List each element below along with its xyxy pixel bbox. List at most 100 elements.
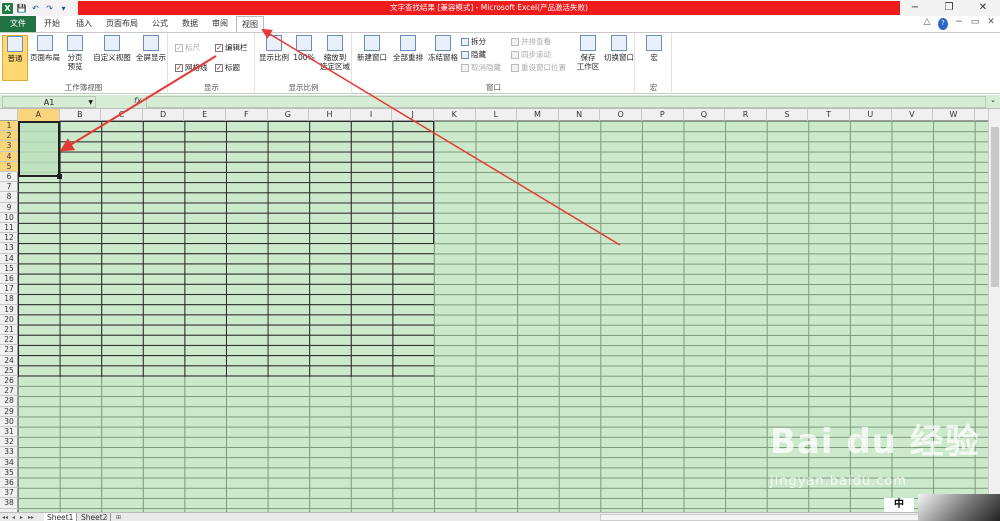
column-header[interactable]: I [351,109,393,121]
column-header[interactable]: N [559,109,601,121]
row-header[interactable]: 19 [0,305,18,315]
side-by-side-button[interactable]: 并排查看 [511,37,551,47]
column-header[interactable]: B [60,109,102,121]
window-close-icon[interactable]: ✕ [986,17,996,29]
column-header[interactable]: O [600,109,642,121]
row-header[interactable]: 21 [0,325,18,336]
name-box[interactable]: A1 ▼ [2,96,96,108]
next-sheet-icon[interactable]: ▸ [20,513,23,521]
row-header[interactable]: 18 [0,294,18,305]
scroll-thumb[interactable] [991,127,999,287]
tab-home[interactable]: 开始 [38,16,66,32]
minimize-ribbon-icon[interactable]: △ [922,17,932,29]
row-header[interactable]: 1 [0,121,18,132]
excel-logo-icon[interactable]: X [2,2,13,14]
selected-range[interactable] [18,121,60,177]
gridlines-checkbox[interactable]: ✓ 网格线 [175,63,208,73]
freeze-panes-button[interactable]: 冻结窗格 [427,35,459,62]
arrange-all-button[interactable]: 全部重排 [391,35,425,62]
name-box-dropdown-icon[interactable]: ▼ [88,97,93,108]
zoom-button[interactable]: 显示比例 [258,35,290,62]
row-header[interactable]: 36 [0,478,18,489]
switch-windows-button[interactable]: 切换窗口 [603,35,635,62]
tab-review[interactable]: 审阅 [206,16,234,32]
zoom-to-selection-button[interactable]: 缩放到 选定区域 [318,35,352,71]
column-header[interactable]: L [476,109,518,121]
column-header[interactable]: W [933,109,975,121]
row-header[interactable]: 28 [0,396,18,407]
column-header[interactable]: D [143,109,185,121]
row-header[interactable]: 32 [0,437,18,448]
restore-button[interactable]: ❐ [932,0,966,16]
page-break-preview-button[interactable]: 分页 预览 [62,35,88,71]
help-icon[interactable]: ? [938,18,948,30]
tab-file[interactable]: 文件 [0,16,36,32]
sheet-tab-sheet2[interactable]: Sheet2 [78,513,112,521]
worksheet-grid[interactable]: ABCDEFGHIJKLMNOPQRSTUVW 1 2 3 4 5 6 7 8 9 10 11 12 1… [0,109,988,512]
split-button[interactable]: 拆分 [461,37,486,47]
tab-data[interactable]: 数据 [176,16,204,32]
row-header[interactable]: 22 [0,335,18,346]
row-header[interactable]: 2 [0,131,18,142]
hide-button[interactable]: 隐藏 [461,50,486,60]
last-sheet-icon[interactable]: ▸▸ [28,513,34,521]
normal-view-button[interactable]: 普通 [2,35,28,81]
minimize-button[interactable]: − [898,0,932,16]
row-header[interactable]: 10 [0,213,18,223]
row-header[interactable]: 35 [0,468,18,478]
row-header[interactable]: 13 [0,243,18,254]
row-header[interactable]: 12 [0,233,18,244]
first-sheet-icon[interactable]: ◂◂ [2,513,8,521]
row-header[interactable]: 16 [0,274,18,285]
column-header[interactable]: F [226,109,268,121]
page-layout-view-button[interactable]: 页面布局 [30,35,60,62]
column-header[interactable]: V [892,109,934,121]
tab-page-layout[interactable]: 页面布局 [100,16,144,32]
row-header[interactable]: 20 [0,315,18,325]
row-header[interactable]: 3 [0,141,18,152]
new-window-button[interactable]: 新建窗口 [355,35,389,62]
column-header[interactable]: A [18,109,60,121]
ime-indicator[interactable]: 中 [884,498,914,512]
vertical-scrollbar[interactable] [988,109,1000,512]
row-header[interactable]: 29 [0,407,18,417]
column-header[interactable]: E [184,109,226,121]
sheet-tab-sheet1[interactable]: Sheet1 [44,513,78,521]
window-restore-icon[interactable]: ▭ [970,17,980,29]
column-header[interactable]: Q [684,109,726,121]
row-header[interactable]: 14 [0,254,18,264]
column-header[interactable]: J [392,109,434,121]
column-header[interactable]: U [850,109,892,121]
formula-input[interactable] [146,96,986,108]
row-header[interactable]: 24 [0,356,18,366]
reset-window-position-button[interactable]: 重设窗口位置 [511,63,566,73]
macros-button[interactable]: 宏 [640,35,668,62]
column-header[interactable]: S [767,109,809,121]
redo-icon[interactable]: ↷ [44,3,55,14]
undo-icon[interactable]: ↶ [30,3,41,14]
column-header[interactable]: C [101,109,143,121]
column-header[interactable]: H [309,109,351,121]
close-button[interactable]: ✕ [966,0,1000,16]
row-header[interactable]: 6 [0,172,18,183]
tab-view[interactable]: 视图 [236,16,264,33]
fill-handle[interactable] [57,174,62,179]
window-minimize-icon[interactable]: − [954,17,964,29]
headings-checkbox[interactable]: ✓ 标题 [215,63,240,73]
row-header[interactable]: 4 [0,151,18,162]
row-header[interactable]: 9 [0,203,18,213]
row-header[interactable]: 8 [0,192,18,203]
save-icon[interactable]: 💾 [16,3,27,14]
row-header[interactable]: 26 [0,376,18,387]
row-header[interactable]: 11 [0,223,18,234]
formula-bar-checkbox[interactable]: ✓ 编辑栏 [215,43,248,53]
unhide-button[interactable]: 取消隐藏 [461,63,501,73]
row-header[interactable]: 34 [0,458,18,468]
insert-sheet-icon[interactable]: ⊞ [116,513,121,521]
row-header[interactable]: 38 [0,498,18,509]
row-header[interactable]: 17 [0,284,18,295]
prev-sheet-icon[interactable]: ◂ [12,513,15,521]
column-header[interactable]: G [268,109,310,121]
column-header[interactable]: T [808,109,850,121]
tab-insert[interactable]: 插入 [70,16,98,32]
